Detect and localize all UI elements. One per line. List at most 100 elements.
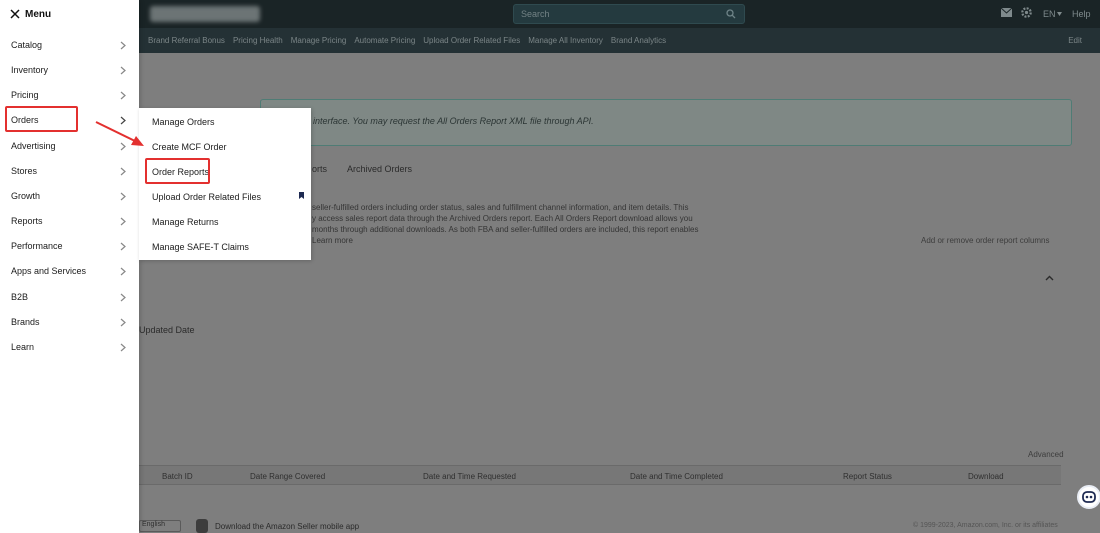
nav-brand-referral-bonus[interactable]: Brand Referral Bonus xyxy=(148,36,225,45)
mobile-app-link[interactable]: Download the Amazon Seller mobile app xyxy=(215,522,359,531)
submenu-item-label: Manage Returns xyxy=(152,217,219,227)
menu-item-performance[interactable]: Performance xyxy=(0,234,139,259)
phone-icon xyxy=(196,519,208,533)
chevron-right-icon xyxy=(120,242,126,251)
gear-icon[interactable] xyxy=(1021,7,1032,18)
submenu-item-label: Upload Order Related Files xyxy=(152,192,262,202)
th-date-range: Date Range Covered xyxy=(250,472,326,481)
updated-date-label: Updated Date xyxy=(139,325,195,335)
advanced-search-link[interactable]: Advanced xyxy=(1028,450,1064,459)
menu-item-label: Advertising xyxy=(11,141,56,151)
submenu-item-manage-returns[interactable]: Manage Returns xyxy=(139,209,311,234)
menu-item-label: Performance xyxy=(11,241,63,251)
th-download: Download xyxy=(968,472,1004,481)
add-remove-columns-link[interactable]: Add or remove order report columns xyxy=(921,236,1050,245)
background-page: Search EN Help Brand Referral Bonus Pric… xyxy=(0,0,1100,533)
menu-header: Menu xyxy=(0,0,139,28)
store-name-blurred xyxy=(150,6,260,22)
th-batch-id: Batch ID xyxy=(162,472,193,481)
th-report-status: Report Status xyxy=(843,472,892,481)
tab-archived-orders[interactable]: Archived Orders xyxy=(347,164,412,174)
chevron-right-icon xyxy=(120,293,126,302)
copyright-text: © 1999-2023, Amazon.com, Inc. or its aff… xyxy=(913,522,1058,529)
menu-item-label: Inventory xyxy=(11,65,49,75)
chevron-right-icon xyxy=(120,318,126,327)
menu-item-brands[interactable]: Brands xyxy=(0,310,139,335)
nav-manage-pricing[interactable]: Manage Pricing xyxy=(291,36,347,45)
submenu-item-manage-safe-t-claims[interactable]: Manage SAFE-T Claims xyxy=(139,234,311,259)
menu-item-label: Catalog xyxy=(11,40,43,50)
menu-item-reports[interactable]: Reports xyxy=(0,209,139,234)
chevron-right-icon xyxy=(120,66,126,75)
menu-item-catalog[interactable]: Catalog xyxy=(0,33,139,58)
chevron-right-icon xyxy=(120,116,126,125)
mail-icon[interactable] xyxy=(1001,8,1012,17)
submenu-item-label: Manage SAFE-T Claims xyxy=(152,242,249,252)
nav-brand-analytics[interactable]: Brand Analytics xyxy=(611,36,666,45)
search-icon[interactable] xyxy=(726,9,736,19)
chevron-right-icon xyxy=(120,167,126,176)
chevron-up-icon[interactable] xyxy=(1045,275,1054,281)
chevron-right-icon xyxy=(120,267,126,276)
nav-automate-pricing[interactable]: Automate Pricing xyxy=(354,36,415,45)
menu-title: Menu xyxy=(25,9,52,20)
chevron-right-icon xyxy=(120,91,126,100)
th-date-completed: Date and Time Completed xyxy=(630,472,723,481)
info-banner: interface. You may request the All Order… xyxy=(260,99,1072,146)
description-line-1: seller-fulfilled orders including order … xyxy=(312,203,689,212)
th-date-requested: Date and Time Requested xyxy=(423,472,516,481)
submenu-item-label: Manage Orders xyxy=(152,117,215,127)
menu-item-label: Pricing xyxy=(11,90,39,100)
submenu-item-create-mcf-order[interactable]: Create MCF Order xyxy=(139,134,311,159)
menu-item-label: Stores xyxy=(11,166,38,176)
menu-item-label: B2B xyxy=(11,292,29,302)
search-placeholder: Search xyxy=(521,9,550,19)
banner-text: interface. You may request the All Order… xyxy=(313,116,594,126)
bookmark-icon[interactable] xyxy=(299,192,304,199)
menu-item-learn[interactable]: Learn xyxy=(0,335,139,360)
learn-more-link[interactable]: Learn more xyxy=(312,236,353,245)
close-icon[interactable] xyxy=(10,9,20,19)
menu-item-label: Reports xyxy=(11,216,43,226)
submenu-item-upload-order-related-files[interactable]: Upload Order Related Files xyxy=(139,184,311,209)
menu-item-apps-and-services[interactable]: Apps and Services xyxy=(0,259,139,284)
menu-item-label: Apps and Services xyxy=(11,266,87,276)
help-link[interactable]: Help xyxy=(1072,9,1091,19)
tab-reports[interactable]: orts xyxy=(312,164,327,174)
description-line-2: y access sales report data through the A… xyxy=(312,214,693,223)
top-bar: Search EN Help xyxy=(0,0,1100,28)
order-reports-highlight-box xyxy=(145,158,210,184)
language-selector[interactable]: EN xyxy=(1043,9,1056,19)
nav-manage-all-inventory[interactable]: Manage All Inventory xyxy=(528,36,603,45)
nav-edit-link[interactable]: Edit xyxy=(1068,36,1082,45)
reports-table-header: Batch ID Date Range Covered Date and Tim… xyxy=(139,465,1061,485)
submenu-item-manage-orders[interactable]: Manage Orders xyxy=(139,109,311,134)
menu-item-advertising[interactable]: Advertising xyxy=(0,134,139,159)
orders-highlight-box xyxy=(5,106,78,132)
menu-item-stores[interactable]: Stores xyxy=(0,159,139,184)
menu-item-b2b[interactable]: B2B xyxy=(0,285,139,310)
submenu-item-label: Create MCF Order xyxy=(152,142,227,152)
menu-item-label: Learn xyxy=(11,342,35,352)
secondary-nav-bar: Brand Referral Bonus Pricing Health Mana… xyxy=(0,28,1100,53)
chevron-down-icon xyxy=(1057,12,1062,16)
menu-item-growth[interactable]: Growth xyxy=(0,184,139,209)
language-select[interactable]: English xyxy=(139,520,181,532)
chevron-right-icon xyxy=(120,142,126,151)
search-input[interactable]: Search xyxy=(513,4,745,24)
nav-pricing-health[interactable]: Pricing Health xyxy=(233,36,283,45)
chevron-right-icon xyxy=(120,41,126,50)
menu-item-inventory[interactable]: Inventory xyxy=(0,58,139,83)
menu-item-label: Brands xyxy=(11,317,40,327)
menu-item-pricing[interactable]: Pricing xyxy=(0,83,139,108)
description-line-3: months through additional downloads. As … xyxy=(312,225,699,234)
side-menu: Menu Catalog Inventory Pricing Orders Ad… xyxy=(0,0,139,533)
chevron-right-icon xyxy=(120,343,126,352)
chevron-right-icon xyxy=(120,192,126,201)
menu-item-label: Growth xyxy=(11,191,41,201)
nav-upload-order-related-files[interactable]: Upload Order Related Files xyxy=(423,36,520,45)
orders-submenu: Manage Orders Create MCF Order Order Rep… xyxy=(139,108,311,260)
chat-bot-icon xyxy=(1082,491,1096,503)
chat-assistant-button[interactable] xyxy=(1077,485,1100,509)
chevron-right-icon xyxy=(120,217,126,226)
